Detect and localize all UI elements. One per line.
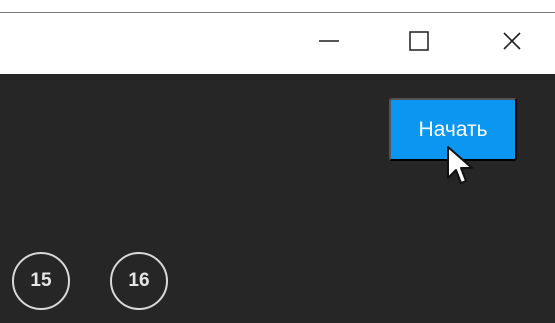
maximize-button[interactable]: [396, 13, 442, 74]
close-icon: [501, 30, 523, 57]
minimize-icon: [318, 30, 340, 57]
minimize-button[interactable]: [306, 13, 352, 74]
maximize-icon: [408, 30, 430, 57]
step-badge-15: 15: [12, 252, 70, 310]
titlebar: [0, 13, 555, 74]
step-badge-16: 16: [110, 252, 168, 310]
start-button[interactable]: Начать: [389, 98, 517, 161]
app-window: Начать 15 16: [0, 0, 555, 323]
close-button[interactable]: [489, 13, 535, 74]
